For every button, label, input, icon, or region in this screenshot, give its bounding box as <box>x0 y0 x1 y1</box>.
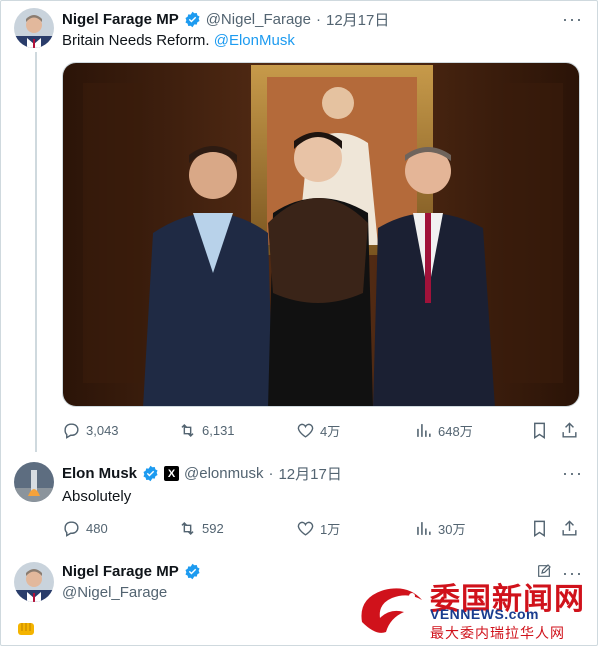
retweet-count: 6,131 <box>202 423 235 438</box>
like-button[interactable]: 4万 <box>296 421 340 440</box>
retweet-button[interactable]: 6,131 <box>178 421 235 440</box>
share-icon <box>562 422 577 438</box>
dragon-logo-icon <box>361 588 422 633</box>
tweet-photo[interactable] <box>62 62 580 407</box>
reply-button[interactable]: 3,043 <box>62 421 119 440</box>
tweet-1-text: Britain Needs Reform. @ElonMusk <box>62 32 295 49</box>
reply-button[interactable]: 480 <box>62 519 108 538</box>
share-button[interactable] <box>560 421 579 440</box>
tweet-2-text: Absolutely <box>62 488 132 505</box>
avatar-nigel-farage[interactable] <box>14 8 54 48</box>
fist-emoji-icon <box>18 623 34 635</box>
tweet-2-header: Elon Musk X @elonmusk · 12月17日 <box>62 463 342 484</box>
views-chart-icon <box>417 424 431 437</box>
verified-badge-icon <box>185 11 200 28</box>
tweet-2-actions: 480 592 1万 30万 <box>62 519 582 539</box>
like-count: 4万 <box>320 424 341 439</box>
author-handle[interactable]: @Nigel_Farage <box>206 11 311 28</box>
like-button[interactable]: 1万 <box>296 519 340 538</box>
share-icon <box>562 520 577 536</box>
retweet-button[interactable]: 592 <box>178 519 224 538</box>
like-count: 1万 <box>320 522 341 537</box>
share-button[interactable] <box>560 519 579 538</box>
bookmark-button[interactable] <box>530 421 549 440</box>
retweet-icon <box>181 521 194 536</box>
reply-icon <box>64 521 79 537</box>
author-name[interactable]: Elon Musk <box>62 465 137 482</box>
views-count: 648万 <box>438 424 473 439</box>
watermark-url: VENNEWS.com <box>430 606 539 622</box>
tweet-timestamp[interactable]: 12月17日 <box>278 463 341 484</box>
bookmark-icon <box>534 422 545 439</box>
views-count: 30万 <box>438 522 466 537</box>
author-name[interactable]: Nigel Farage MP <box>62 563 179 580</box>
watermark-subtitle: 最大委内瑞拉华人网 <box>430 626 565 642</box>
more-options-icon[interactable]: ··· <box>562 464 583 482</box>
verified-badge-icon <box>185 563 200 580</box>
views-button[interactable]: 648万 <box>414 421 473 440</box>
retweet-icon <box>181 423 194 438</box>
author-handle[interactable]: @elonmusk <box>184 465 263 482</box>
retweet-count: 592 <box>202 521 224 536</box>
views-button[interactable]: 30万 <box>414 519 465 538</box>
avatar-nigel-farage[interactable] <box>14 562 54 602</box>
separator-dot: · <box>268 465 274 482</box>
bookmark-button[interactable] <box>530 519 549 538</box>
reply-header: Nigel Farage MP <box>62 563 201 580</box>
tweet-body-text: Britain Needs Reform. <box>62 32 214 49</box>
more-options-icon[interactable]: ··· <box>562 10 583 28</box>
thread-connector-line <box>35 52 37 452</box>
reply-handle[interactable]: @Nigel_Farage <box>62 584 167 601</box>
heart-icon <box>297 423 314 438</box>
reply-count: 480 <box>86 521 108 536</box>
separator-dot: · <box>315 11 321 28</box>
x-affiliation-icon: X <box>164 466 180 481</box>
avatar-elon-musk[interactable] <box>14 462 54 502</box>
author-name[interactable]: Nigel Farage MP <box>62 11 179 28</box>
tweet-1-header: Nigel Farage MP @Nigel_Farage · 12月17日 <box>62 9 389 30</box>
mention-link[interactable]: @ElonMusk <box>214 32 295 49</box>
verified-badge-icon <box>143 465 158 482</box>
reply-icon <box>64 423 79 439</box>
news-site-watermark: 委国新闻网 VENNEWS.com 最大委内瑞拉华人网 <box>356 574 592 642</box>
views-chart-icon <box>417 522 431 535</box>
tweet-1-actions: 3,043 6,131 4万 648万 <box>62 421 582 441</box>
photo-three-men-portrait <box>63 63 579 406</box>
heart-icon <box>297 521 314 536</box>
tweet-timestamp[interactable]: 12月17日 <box>326 9 389 30</box>
reply-count: 3,043 <box>86 423 119 438</box>
bookmark-icon <box>534 520 545 537</box>
